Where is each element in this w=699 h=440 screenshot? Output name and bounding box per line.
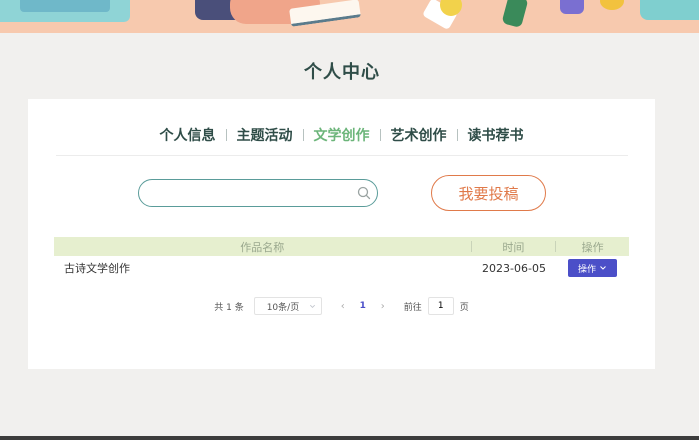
action-dropdown-button[interactable]: 操作 (568, 259, 617, 277)
next-page-icon[interactable]: › (376, 301, 390, 312)
category-tabs: 个人信息 主题活动 文学创作 艺术创作 读书荐书 (28, 125, 655, 145)
goto-label: 前往 (403, 302, 422, 313)
chevron-down-icon (309, 304, 315, 308)
action-label: 操作 (577, 264, 596, 275)
page-size-value: 10条/页 (266, 302, 300, 313)
table-row: 古诗文学创作 2023-06-05 操作 (54, 256, 629, 280)
search-icon[interactable] (357, 186, 371, 200)
submit-work-button[interactable]: 我要投稿 (431, 175, 546, 211)
search-input[interactable] (151, 184, 351, 202)
content-card: 个人信息 主题活动 文学创作 艺术创作 读书荐书 我要投稿 作品名称 时间 操作… (28, 99, 655, 369)
work-name-cell: 古诗文学创作 (64, 262, 130, 275)
tab-personal-info[interactable]: 个人信息 (150, 125, 226, 145)
top-banner-illustration (0, 0, 699, 33)
tab-theme-activities[interactable]: 主题活动 (227, 125, 303, 145)
column-header-time: 时间 (502, 240, 525, 254)
bottom-bar (0, 436, 699, 440)
search-box[interactable] (138, 179, 378, 207)
page-suffix-label: 页 (459, 302, 469, 313)
pagination: 共 1 条 10条/页 ‹ 1 › 前往 页 (28, 297, 655, 315)
table-header: 作品名称 时间 操作 (54, 237, 629, 256)
tab-book-recommendation[interactable]: 读书荐书 (458, 125, 534, 145)
tabs-divider-line (56, 155, 628, 156)
action-cell: 操作 (556, 259, 629, 277)
page-title: 个人中心 (304, 62, 380, 83)
tab-art-creation[interactable]: 艺术创作 (381, 125, 457, 145)
page-number-current[interactable]: 1 (350, 301, 376, 311)
work-time-cell: 2023-06-05 (482, 261, 546, 275)
column-header-action: 操作 (581, 240, 604, 254)
total-count: 共 1 条 (214, 302, 244, 313)
works-table: 作品名称 时间 操作 古诗文学创作 2023-06-05 操作 (54, 237, 629, 280)
chevron-down-icon (600, 266, 606, 270)
page-size-select[interactable]: 10条/页 (253, 297, 322, 315)
tab-literary-creation[interactable]: 文学创作 (304, 125, 380, 145)
column-header-name: 作品名称 (240, 240, 285, 254)
goto-page-input[interactable] (427, 297, 454, 315)
prev-page-icon[interactable]: ‹ (336, 301, 350, 312)
